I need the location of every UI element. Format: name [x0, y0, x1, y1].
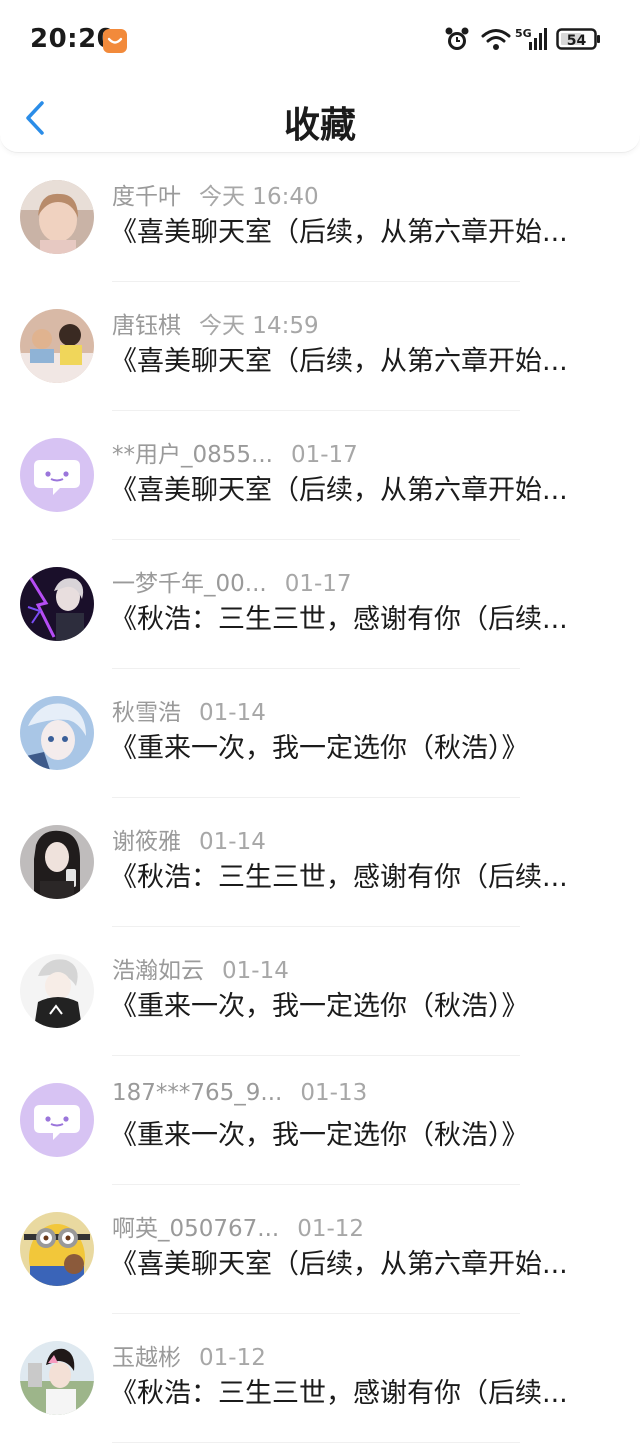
avatar[interactable]: [20, 1212, 94, 1286]
item-meta: **用户_0855... 01-17: [112, 435, 358, 468]
item-time: 01-17: [290, 442, 358, 468]
battery-level: 54: [567, 33, 587, 49]
favorite-item[interactable]: 玉越彬 01-12 《秋浩：三生三世，感谢有你（后续...: [0, 1314, 640, 1443]
item-time: 01-13: [300, 1080, 368, 1106]
app-badge-icon: [103, 29, 127, 53]
item-time: 今天 16:40: [199, 184, 319, 210]
item-username: 玉越彬: [112, 1345, 181, 1371]
item-meta: 秋雪浩 01-14: [112, 693, 266, 726]
item-title: 《喜美聊天室（后续，从第六章开始...: [110, 346, 568, 377]
favorite-item[interactable]: 唐钰棋 今天 14:59 《喜美聊天室（后续，从第六章开始...: [0, 282, 640, 411]
avatar[interactable]: [20, 825, 94, 899]
avatar[interactable]: [20, 180, 94, 254]
item-meta: 玉越彬 01-12: [112, 1338, 266, 1371]
item-time: 01-14: [199, 700, 266, 726]
item-title: 《重来一次，我一定选你（秋浩）》: [110, 991, 529, 1022]
signal-icon: 5G: [515, 26, 549, 58]
network-label: 5G: [515, 27, 532, 40]
item-meta: 谢筱雅 01-14: [112, 822, 266, 855]
item-username: 谢筱雅: [112, 829, 181, 855]
item-title: 《秋浩：三生三世，感谢有你（后续...: [110, 862, 568, 893]
avatar[interactable]: [20, 438, 94, 512]
favorite-item[interactable]: **用户_0855... 01-17 《喜美聊天室（后续，从第六章开始...: [0, 411, 640, 540]
item-username: 秋雪浩: [112, 700, 181, 726]
alarm-icon: [444, 26, 470, 58]
favorite-item[interactable]: 度千叶 今天 16:40 《喜美聊天室（后续，从第六章开始...: [0, 153, 640, 282]
item-title: 《喜美聊天室（后续，从第六章开始...: [110, 217, 568, 248]
favorite-item[interactable]: 谢筱雅 01-14 《秋浩：三生三世，感谢有你（后续...: [0, 798, 640, 927]
item-time: 01-14: [222, 958, 289, 984]
item-time: 01-12: [199, 1345, 266, 1371]
favorites-list: 度千叶 今天 16:40 《喜美聊天室（后续，从第六章开始... 唐钰棋 今天 14:5…: [0, 153, 640, 1443]
wifi-icon: [481, 26, 511, 58]
favorite-item[interactable]: 一梦千年_00... 01-17 《秋浩：三生三世，感谢有你（后续...: [0, 540, 640, 669]
item-time: 01-14: [199, 829, 266, 855]
item-title: 《喜美聊天室（后续，从第六章开始...: [110, 475, 568, 506]
favorite-item[interactable]: 187***765_9... 01-13 《重来一次，我一定选你（秋浩）》: [0, 1056, 640, 1185]
header: 20:20 5G 54 收藏: [0, 0, 640, 153]
item-username: 啊英_050767...: [112, 1216, 280, 1242]
item-username: 187***765_9...: [112, 1080, 283, 1106]
item-username: 一梦千年_00...: [112, 571, 267, 597]
avatar[interactable]: [20, 696, 94, 770]
avatar[interactable]: [20, 309, 94, 383]
favorite-item[interactable]: 啊英_050767... 01-12 《喜美聊天室（后续，从第六章开始...: [0, 1185, 640, 1314]
item-meta: 度千叶 今天 16:40: [112, 177, 319, 210]
item-username: 度千叶: [112, 184, 181, 210]
item-username: 唐钰棋: [112, 313, 181, 339]
item-meta: 浩瀚如云 01-14: [112, 951, 289, 984]
item-title: 《秋浩：三生三世，感谢有你（后续...: [110, 604, 568, 635]
item-meta: 唐钰棋 今天 14:59: [112, 306, 319, 339]
item-username: **用户_0855...: [112, 442, 273, 468]
page-title: 收藏: [283, 105, 356, 146]
favorite-item[interactable]: 浩瀚如云 01-14 《重来一次，我一定选你（秋浩）》: [0, 927, 640, 1056]
item-time: 今天 14:59: [199, 313, 319, 339]
battery-icon: 54: [556, 26, 602, 58]
item-time: 01-17: [284, 571, 352, 597]
avatar[interactable]: [20, 567, 94, 641]
item-title: 《秋浩：三生三世，感谢有你（后续...: [110, 1378, 568, 1409]
item-title: 《喜美聊天室（后续，从第六章开始...: [110, 1249, 568, 1280]
item-username: 浩瀚如云: [112, 958, 204, 984]
item-meta: 一梦千年_00... 01-17: [112, 564, 352, 597]
status-bar: 20:20 5G 54: [0, 0, 640, 80]
item-meta: 187***765_9... 01-13: [112, 1080, 367, 1112]
item-time: 01-12: [297, 1216, 365, 1242]
favorite-item[interactable]: 秋雪浩 01-14 《重来一次，我一定选你（秋浩）》: [0, 669, 640, 798]
item-title: 《重来一次，我一定选你（秋浩）》: [110, 1120, 529, 1151]
avatar[interactable]: [20, 1341, 94, 1415]
avatar[interactable]: [20, 1083, 94, 1157]
avatar[interactable]: [20, 954, 94, 1028]
item-meta: 啊英_050767... 01-12: [112, 1209, 365, 1242]
item-title: 《重来一次，我一定选你（秋浩）》: [110, 733, 529, 764]
